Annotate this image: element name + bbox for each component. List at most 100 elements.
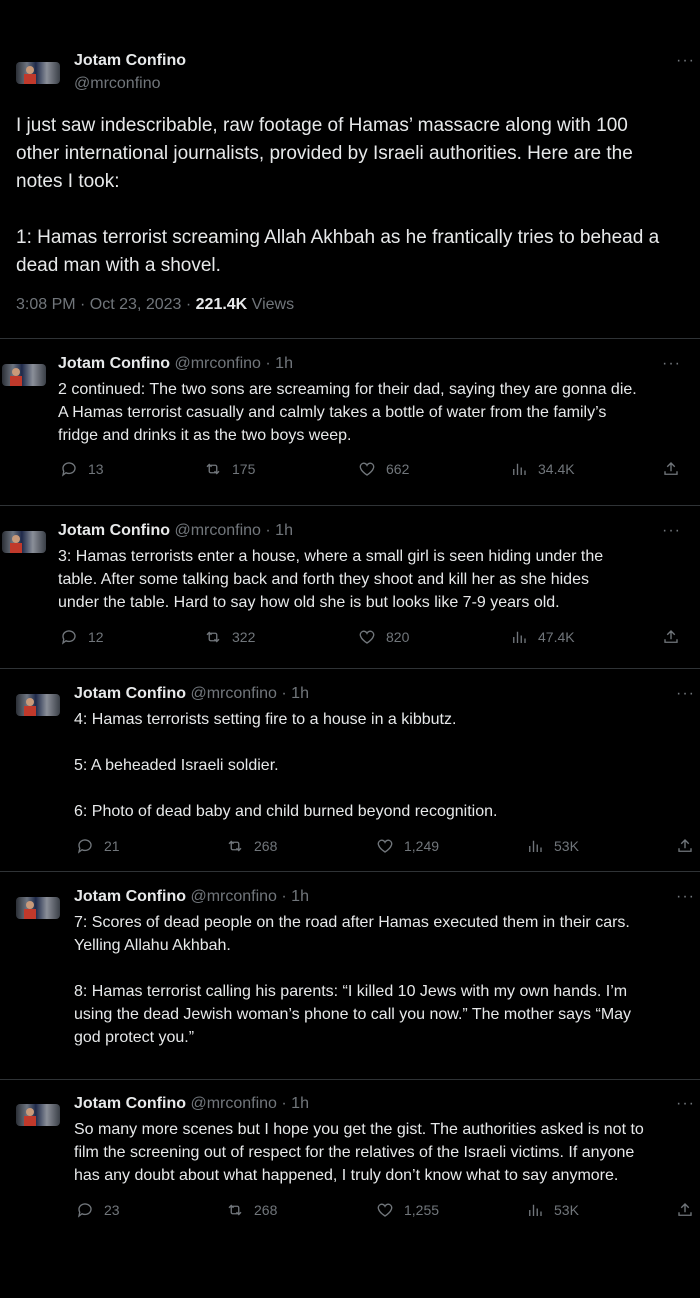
divider bbox=[0, 668, 700, 669]
divider bbox=[0, 338, 700, 339]
reply-header: Jotam Confino @mrconfino · 1h bbox=[74, 888, 309, 906]
views-count: 53K bbox=[554, 1202, 579, 1218]
heart-icon bbox=[359, 462, 375, 476]
more-options-icon[interactable]: ··· bbox=[676, 685, 695, 703]
retweet-button[interactable]: 322 bbox=[204, 628, 255, 646]
like-button[interactable]: 820 bbox=[358, 628, 409, 646]
retweet-button[interactable]: 268 bbox=[226, 837, 277, 855]
tweet-line: other international journalists, provide… bbox=[16, 143, 633, 164]
avatar[interactable] bbox=[16, 897, 60, 919]
analytics-icon bbox=[529, 840, 542, 852]
author-name[interactable]: Jotam Confino bbox=[74, 685, 186, 702]
tweet-line: using the dead Jewish woman’s phone to c… bbox=[74, 1006, 632, 1023]
share-button[interactable] bbox=[662, 460, 680, 478]
share-icon bbox=[664, 630, 678, 643]
reply-header: Jotam Confino @mrconfino · 1h bbox=[74, 1095, 309, 1113]
heart-icon bbox=[377, 1203, 393, 1217]
reply-count: 12 bbox=[88, 629, 104, 645]
more-options-icon[interactable]: ··· bbox=[676, 1095, 695, 1113]
author-handle[interactable]: @mrconfino · 1h bbox=[190, 685, 309, 702]
author-name[interactable]: Jotam Confino bbox=[74, 1095, 186, 1112]
avatar[interactable] bbox=[2, 364, 46, 386]
like-button[interactable]: 1,249 bbox=[376, 837, 439, 855]
views-label: Views bbox=[247, 296, 295, 313]
reply-icon bbox=[61, 630, 76, 645]
views-button[interactable]: 34.4K bbox=[510, 460, 575, 478]
author-name[interactable]: Jotam Confino bbox=[74, 888, 186, 905]
tweet-line: 5: A beheaded Israeli soldier. bbox=[74, 757, 279, 774]
retweet-icon bbox=[228, 840, 242, 852]
avatar[interactable] bbox=[16, 694, 60, 716]
tweet-line: fridge and drinks it as the two boys wee… bbox=[58, 427, 352, 444]
heart-icon bbox=[359, 630, 375, 644]
avatar[interactable] bbox=[16, 1104, 60, 1126]
divider bbox=[0, 505, 700, 506]
more-options-icon[interactable]: ··· bbox=[676, 888, 695, 906]
views-button[interactable]: 53K bbox=[526, 837, 579, 855]
retweet-button[interactable]: 175 bbox=[204, 460, 255, 478]
retweet-count: 268 bbox=[254, 1202, 278, 1218]
reply-count: 13 bbox=[88, 461, 104, 477]
reply-button[interactable]: 12 bbox=[60, 628, 104, 646]
views-count: 53K bbox=[554, 838, 579, 854]
share-button[interactable] bbox=[676, 837, 694, 855]
more-options-icon[interactable]: ··· bbox=[662, 355, 681, 373]
avatar[interactable] bbox=[16, 62, 60, 84]
retweet-count: 175 bbox=[232, 461, 256, 477]
like-button[interactable]: 1,255 bbox=[376, 1201, 439, 1219]
tweet-line: Yelling Allahu Akhbah. bbox=[74, 937, 231, 954]
like-count: 662 bbox=[386, 461, 410, 477]
views-button[interactable]: 47.4K bbox=[510, 628, 575, 646]
analytics-icon bbox=[513, 463, 526, 475]
more-options-icon[interactable]: ··· bbox=[676, 52, 695, 70]
tweet-line: 2 continued: The two sons are screaming … bbox=[58, 381, 637, 398]
retweet-count: 322 bbox=[232, 629, 256, 645]
reply-button[interactable]: 23 bbox=[76, 1201, 120, 1219]
like-button[interactable]: 662 bbox=[358, 460, 409, 478]
heart-icon bbox=[377, 839, 393, 853]
more-options-icon[interactable]: ··· bbox=[662, 522, 681, 540]
tweet-timestamp: 3:08 PM · Oct 23, 2023 · 221.4K Views bbox=[16, 296, 294, 314]
author-handle[interactable]: @mrconfino · 1h bbox=[190, 1095, 309, 1112]
tweet-text: 4: Hamas terrorists setting fire to a ho… bbox=[74, 708, 694, 823]
views-button[interactable]: 53K bbox=[526, 1201, 579, 1219]
share-button[interactable] bbox=[662, 628, 680, 646]
tweet-line: notes I took: bbox=[16, 171, 120, 192]
tweet-line: table. After some talking back and forth… bbox=[58, 571, 589, 588]
tweet-text: I just saw indescribable, raw footage of… bbox=[16, 112, 696, 280]
tweet-text: 7: Scores of dead people on the road aft… bbox=[74, 911, 694, 1049]
author-handle[interactable]: @mrconfino · 1h bbox=[190, 888, 309, 905]
author-name[interactable]: Jotam Confino bbox=[58, 355, 170, 372]
tweet-line: I just saw indescribable, raw footage of… bbox=[16, 115, 628, 136]
author-handle[interactable]: @mrconfino · 1h bbox=[174, 355, 293, 372]
share-icon bbox=[664, 462, 678, 475]
tweet-line: has any doubt about what happened, I tru… bbox=[74, 1167, 619, 1184]
tweet-line: under the table. Hard to say how old she… bbox=[58, 594, 560, 611]
retweet-count: 268 bbox=[254, 838, 278, 854]
timestamp[interactable]: 3:08 PM · Oct 23, 2023 · bbox=[16, 296, 196, 313]
reply-header: Jotam Confino @mrconfino · 1h bbox=[58, 355, 293, 373]
author-name[interactable]: Jotam Confino bbox=[58, 522, 170, 539]
tweet-line: 7: Scores of dead people on the road aft… bbox=[74, 914, 630, 931]
analytics-icon bbox=[513, 631, 526, 643]
tweet-text: So many more scenes but I hope you get t… bbox=[74, 1118, 694, 1187]
retweet-icon bbox=[206, 631, 220, 643]
share-icon bbox=[678, 839, 692, 852]
author-handle[interactable]: @mrconfino · 1h bbox=[174, 522, 293, 539]
avatar[interactable] bbox=[2, 531, 46, 553]
reply-header: Jotam Confino @mrconfino · 1h bbox=[74, 685, 309, 703]
like-count: 1,255 bbox=[404, 1202, 440, 1218]
retweet-button[interactable]: 268 bbox=[226, 1201, 277, 1219]
share-button[interactable] bbox=[676, 1201, 694, 1219]
reply-icon bbox=[61, 462, 76, 477]
reply-header: Jotam Confino @mrconfino · 1h bbox=[58, 522, 293, 540]
reply-button[interactable]: 13 bbox=[60, 460, 104, 478]
reply-button[interactable]: 21 bbox=[76, 837, 120, 855]
tweet-text: 3: Hamas terrorists enter a house, where… bbox=[58, 545, 698, 614]
reply-count: 23 bbox=[104, 1202, 120, 1218]
author-handle[interactable]: @mrconfino bbox=[74, 75, 161, 93]
views-count: 221.4K bbox=[195, 296, 248, 313]
author-name[interactable]: Jotam Confino bbox=[74, 52, 186, 70]
reply-icon bbox=[77, 839, 92, 854]
tweet-line: So many more scenes but I hope you get t… bbox=[74, 1121, 644, 1138]
